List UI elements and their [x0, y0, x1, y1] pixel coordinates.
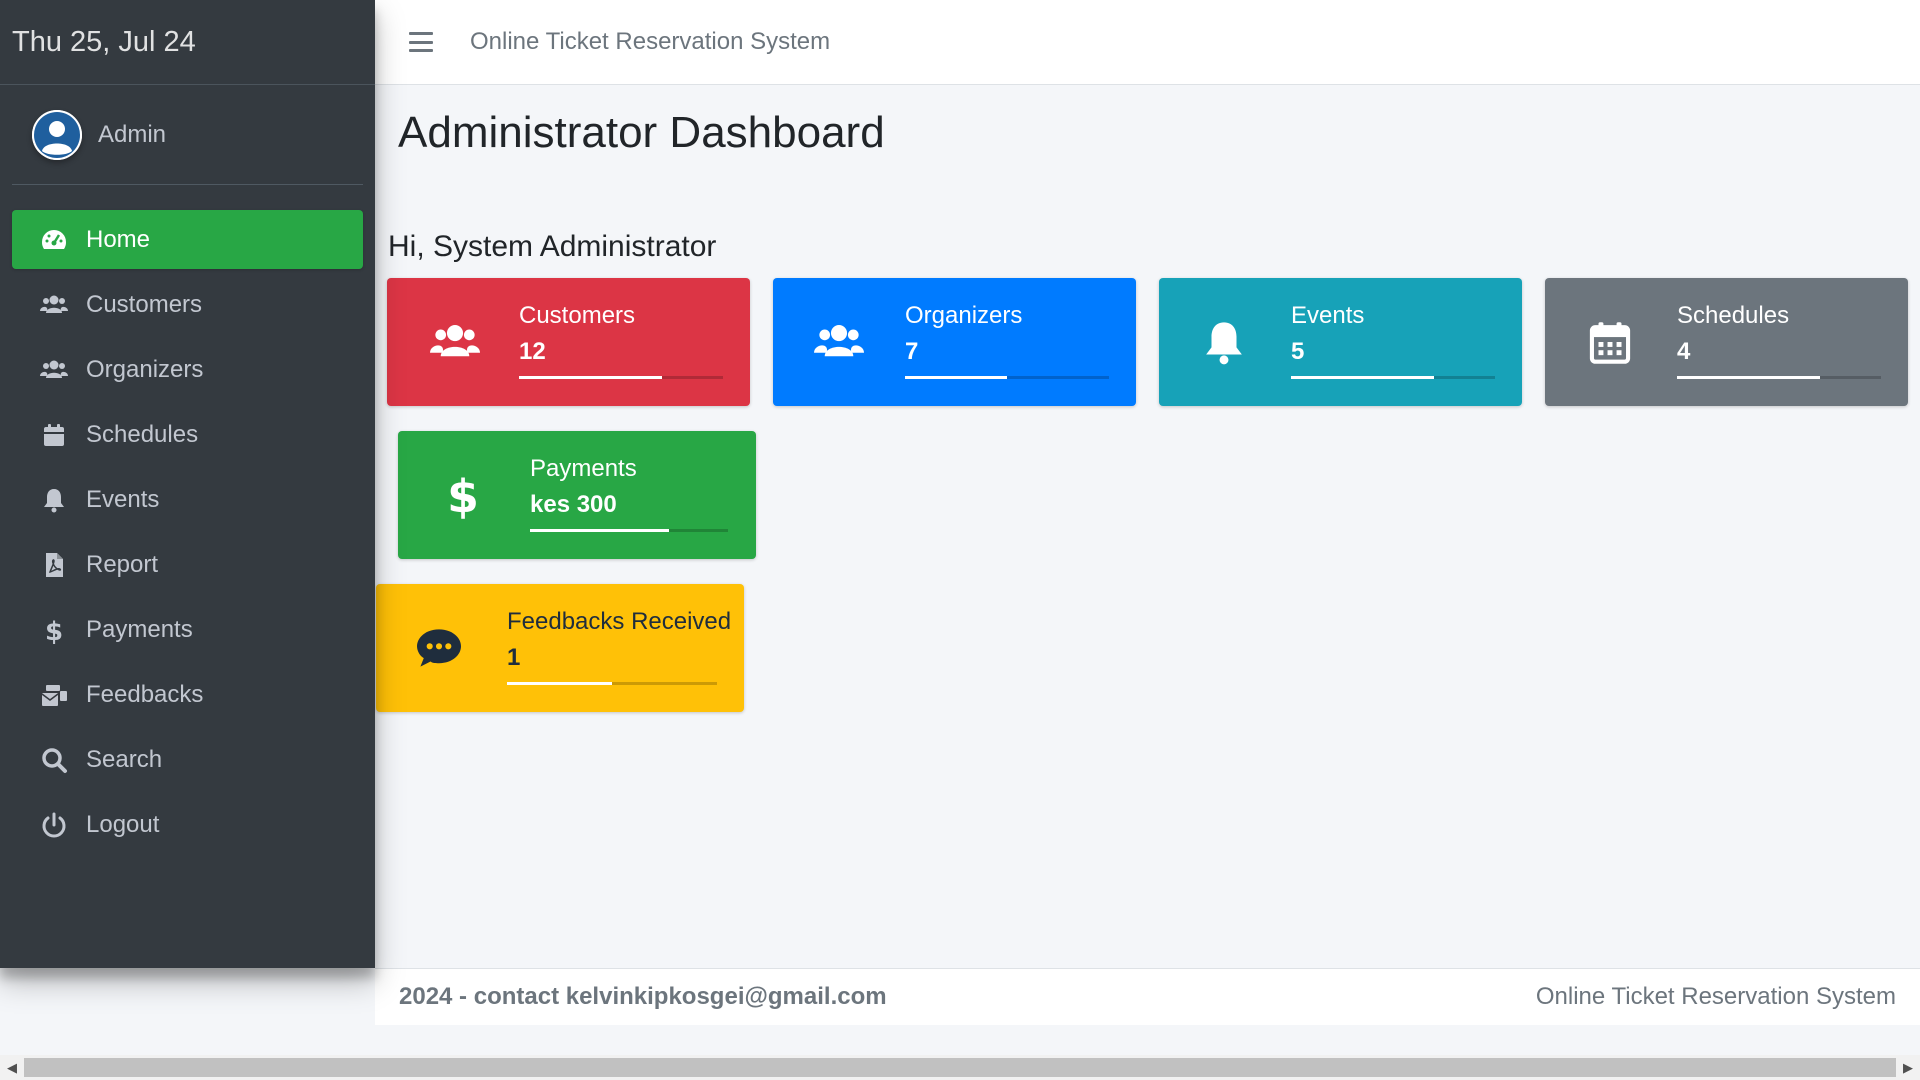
- schedules-card[interactable]: Schedules 4: [1545, 278, 1908, 406]
- sidebar-date: Thu 25, Jul 24: [0, 0, 375, 85]
- progress-bar: [1677, 376, 1881, 379]
- progress-fill: [1291, 376, 1434, 379]
- sidebar-item-label: Logout: [86, 810, 160, 838]
- card-value: 5: [1291, 338, 1305, 365]
- users-icon: [38, 291, 70, 319]
- sidebar-item-organizers[interactable]: Organizers: [12, 340, 363, 399]
- sidebar-item-feedbacks[interactable]: Feedbacks: [12, 665, 363, 724]
- card-label: Schedules: [1677, 302, 1790, 329]
- card-label: Organizers: [905, 302, 1023, 329]
- scroll-right-arrow-icon[interactable]: ▶: [1896, 1055, 1920, 1080]
- organizers-card[interactable]: Organizers 7: [773, 278, 1136, 406]
- sidebar-nav: Home Customers Organizers Schedules Even…: [0, 210, 375, 854]
- sidebar-item-report[interactable]: Report: [12, 535, 363, 594]
- sidebar-item-label: Payments: [86, 615, 193, 643]
- power-icon: [38, 811, 70, 839]
- users-icon: [423, 318, 487, 366]
- progress-bar: [1291, 376, 1495, 379]
- progress-fill: [1677, 376, 1820, 379]
- users-icon: [807, 318, 871, 366]
- svg-text:$: $: [45, 617, 63, 644]
- page-title: Administrator Dashboard: [398, 108, 885, 157]
- sidebar-item-schedules[interactable]: Schedules: [12, 405, 363, 464]
- sidebar: Thu 25, Jul 24 Admin Home Customers Orga…: [0, 0, 375, 968]
- bell-icon: [38, 486, 70, 514]
- card-label: Feedbacks Received: [507, 608, 732, 635]
- dollar-icon: $: [438, 467, 488, 523]
- sidebar-item-label: Feedbacks: [86, 680, 204, 708]
- tachometer-icon: [38, 226, 70, 254]
- card-value: 12: [519, 338, 546, 365]
- sidebar-item-label: Report: [86, 550, 159, 578]
- greeting: Hi, System Administrator: [388, 230, 717, 263]
- payments-card[interactable]: $ Payments kes 300: [398, 431, 756, 559]
- bell-icon: [1199, 317, 1249, 367]
- scrollbar-thumb[interactable]: [24, 1058, 1896, 1077]
- card-value: 7: [905, 338, 919, 365]
- sidebar-item-label: Schedules: [86, 420, 199, 448]
- sidebar-item-search[interactable]: Search: [12, 730, 363, 789]
- calendar-icon: [38, 421, 70, 449]
- users-icon: [38, 356, 70, 384]
- search-icon: [38, 746, 70, 774]
- card-label: Payments: [530, 455, 637, 482]
- user-name[interactable]: Admin: [98, 121, 166, 149]
- mail-bulk-icon: [38, 681, 70, 709]
- progress-bar: [905, 376, 1109, 379]
- sidebar-item-events[interactable]: Events: [12, 470, 363, 529]
- card-value: 1: [507, 644, 521, 671]
- app-title-link[interactable]: Online Ticket Reservation System: [470, 28, 830, 56]
- user-panel[interactable]: Admin: [12, 85, 363, 185]
- progress-bar: [507, 682, 717, 685]
- events-card[interactable]: Events 5: [1159, 278, 1522, 406]
- progress-bar: [519, 376, 723, 379]
- sidebar-item-label: Organizers: [86, 355, 204, 383]
- progress-fill: [530, 529, 669, 532]
- avatar: [32, 109, 82, 160]
- card-label: Customers: [519, 302, 636, 329]
- pdf-file-icon: [38, 551, 70, 579]
- footer-contact: 2024 - contact kelvinkipkosgei@gmail.com: [399, 983, 887, 1010]
- scroll-left-arrow-icon[interactable]: ◀: [0, 1055, 24, 1080]
- progress-fill: [507, 682, 612, 685]
- horizontal-scrollbar[interactable]: ◀ ▶: [0, 1055, 1920, 1080]
- progress-bar: [530, 529, 728, 532]
- sidebar-item-home[interactable]: Home: [12, 210, 363, 269]
- customers-card[interactable]: Customers 12: [387, 278, 750, 406]
- comment-dots-icon: [414, 625, 464, 671]
- svg-text:$: $: [447, 470, 479, 523]
- card-value: kes 300: [530, 491, 617, 518]
- sidebar-item-label: Events: [86, 485, 160, 513]
- sidebar-item-payments[interactable]: $ Payments: [12, 600, 363, 659]
- top-navbar: Online Ticket Reservation System: [375, 0, 1920, 85]
- sidebar-item-label: Home: [86, 225, 151, 253]
- progress-fill: [519, 376, 662, 379]
- dollar-icon: $: [38, 616, 70, 644]
- card-label: Events: [1291, 302, 1365, 329]
- footer-app-name: Online Ticket Reservation System: [1535, 983, 1896, 1010]
- sidebar-item-label: Customers: [86, 290, 203, 318]
- feedbacks-card[interactable]: Feedbacks Received 1: [376, 584, 744, 712]
- progress-fill: [905, 376, 1007, 379]
- sidebar-item-label: Search: [86, 745, 163, 773]
- card-value: 4: [1677, 338, 1691, 365]
- sidebar-item-logout[interactable]: Logout: [12, 795, 363, 854]
- user-avatar-icon: [32, 109, 82, 160]
- hamburger-menu-icon[interactable]: [409, 32, 433, 52]
- calendar-icon: [1585, 317, 1635, 367]
- sidebar-item-customers[interactable]: Customers: [12, 275, 363, 334]
- footer: 2024 - contact kelvinkipkosgei@gmail.com…: [375, 968, 1920, 1025]
